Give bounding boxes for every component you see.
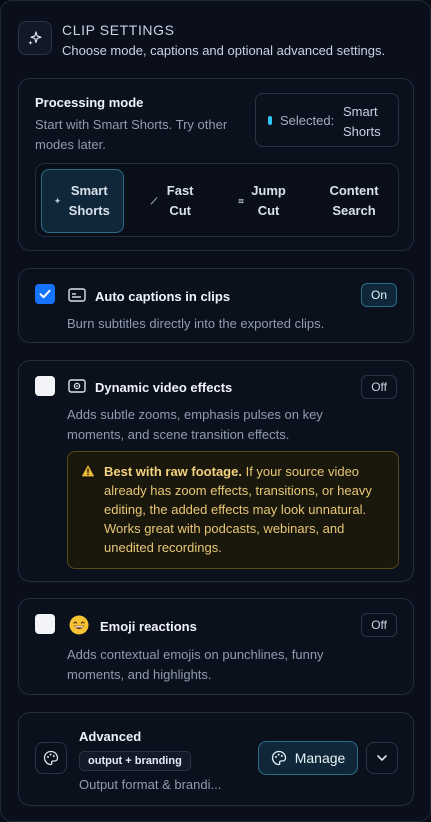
processing-mode-title: Processing mode (35, 95, 144, 110)
advanced-title: Advanced (79, 729, 142, 744)
mode-label: Smart Shorts (68, 183, 110, 218)
page-subtitle: Choose mode, captions and optional advan… (62, 43, 386, 58)
captions-description: Burn subtitles directly into the exporte… (67, 316, 325, 331)
warning-bold: Best with raw footage. (104, 464, 242, 479)
emoji-description: Adds contextual emojis on punchlines, fu… (67, 647, 324, 682)
mode-fast-cut[interactable]: ⟋ Fast Cut (132, 169, 216, 233)
advanced-badge: output + branding (79, 751, 191, 771)
processing-mode-description: Start with Smart Shorts. Try other modes… (35, 117, 228, 152)
manage-label: Manage (294, 750, 346, 766)
captions-state-badge[interactable]: On (360, 283, 397, 307)
check-icon (39, 289, 51, 299)
wand-icon: ⟋ (150, 196, 158, 206)
crop-icon: ⌗ (238, 196, 244, 206)
mode-smart-shorts[interactable]: ✦ Smart Shorts (41, 169, 124, 233)
captions-checkbox[interactable] (35, 284, 55, 304)
clip-settings-panel: CLIP SETTINGS Choose mode, captions and … (0, 0, 431, 822)
selected-label: Selected: (280, 113, 335, 128)
palette-icon (271, 750, 286, 766)
effects-warning: Best with raw footage. If your source vi… (67, 451, 399, 569)
panel-header: CLIP SETTINGS Choose mode, captions and … (18, 21, 385, 58)
video-effects-card: Dynamic video effects Off Adds subtle zo… (18, 360, 414, 582)
emoji-title: Emoji reactions (100, 619, 197, 634)
selected-mode-indicator: Selected: Smart Shorts (255, 93, 399, 147)
effects-state-badge[interactable]: Off (361, 375, 397, 399)
warning-text: Best with raw footage. If your source vi… (104, 462, 396, 557)
expand-button[interactable] (366, 742, 398, 774)
mode-content-search[interactable]: Content Search (314, 169, 394, 233)
effects-description: Adds subtle zooms, emphasis pulses on ke… (67, 407, 323, 442)
grinning-emoji-icon (69, 615, 89, 635)
emoji-reactions-card: Emoji reactions Off Adds contextual emoj… (18, 598, 414, 695)
page-title: CLIP SETTINGS (62, 22, 175, 38)
manage-button[interactable]: Manage (258, 741, 358, 775)
chevron-down-icon (377, 755, 387, 761)
mode-jump-cut[interactable]: ⌗ Jump Cut (220, 169, 306, 233)
advanced-subtitle: Output format & brandi... (79, 777, 222, 792)
palette-icon (35, 742, 67, 774)
advanced-card: Advanced output + branding Output format… (18, 712, 414, 806)
selected-dot (268, 116, 272, 125)
warning-icon (81, 465, 95, 477)
effects-checkbox[interactable] (35, 376, 55, 396)
sparkles-icon (18, 21, 52, 55)
captions-icon (68, 288, 86, 302)
emoji-state-badge[interactable]: Off (361, 613, 397, 637)
selected-value: Smart Shorts (343, 104, 381, 139)
auto-captions-card: Auto captions in clips On Burn subtitles… (18, 268, 414, 343)
emoji-checkbox[interactable] (35, 614, 55, 634)
video-effects-icon (68, 379, 86, 393)
mode-selector: ✦ Smart Shorts ⟋ Fast Cut ⌗ Jump Cut Con… (35, 163, 399, 237)
sparkle-icon: ✦ (53, 196, 62, 206)
mode-label: Jump Cut (251, 183, 286, 218)
mode-label: Fast Cut (166, 183, 194, 218)
processing-mode-card: Processing mode Start with Smart Shorts.… (18, 78, 414, 251)
effects-title: Dynamic video effects (95, 380, 233, 395)
captions-title: Auto captions in clips (95, 289, 231, 304)
mode-label: Content Search (329, 183, 379, 218)
